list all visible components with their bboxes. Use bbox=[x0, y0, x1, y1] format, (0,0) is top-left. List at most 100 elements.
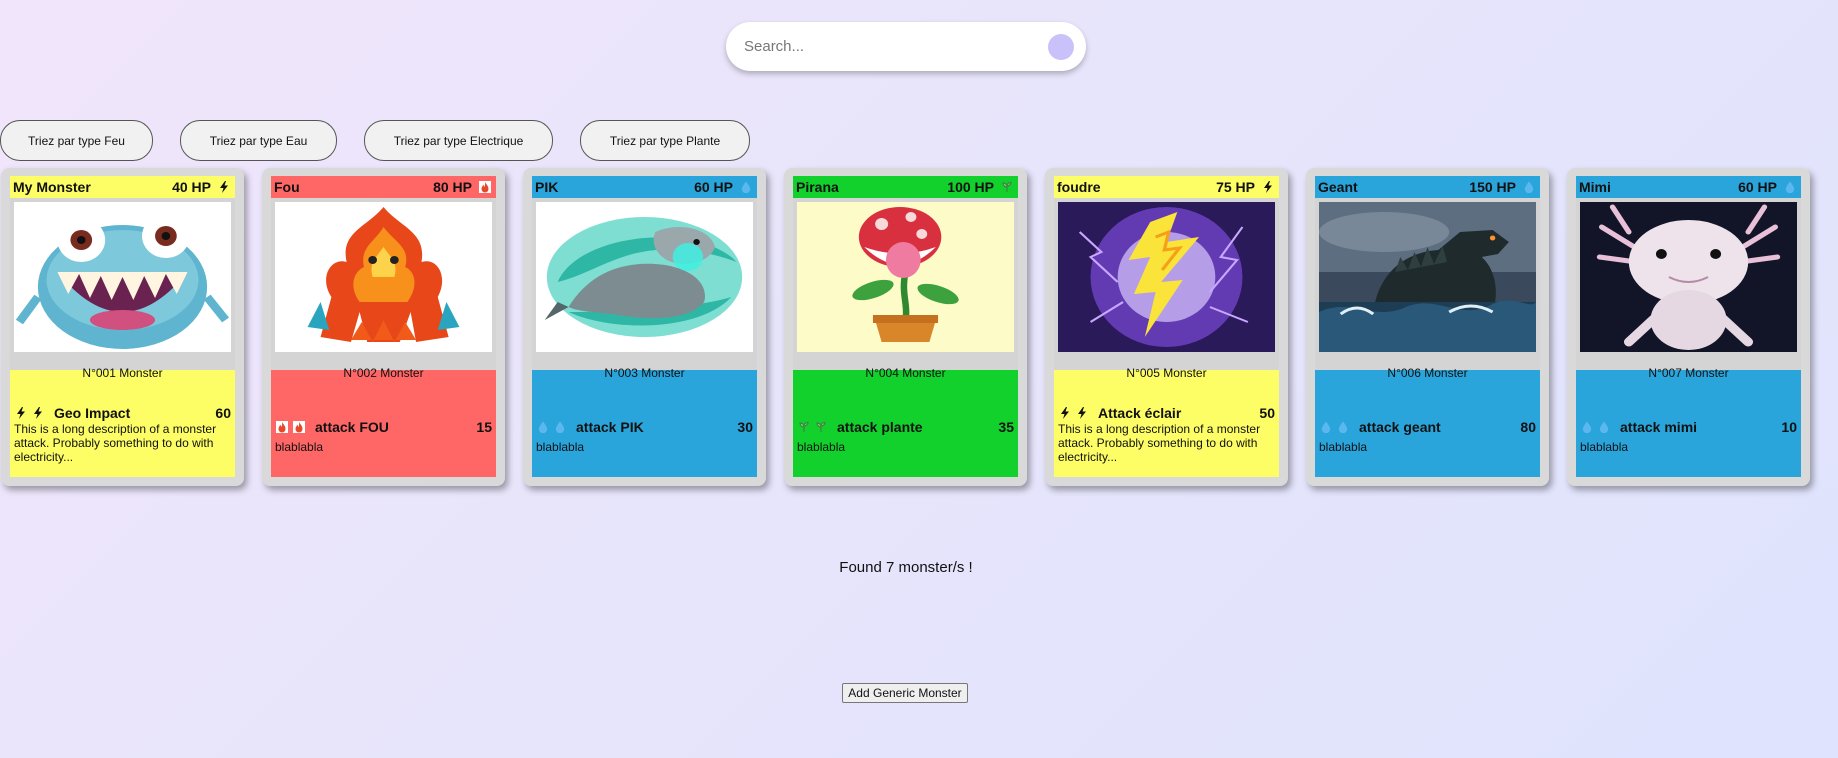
card-body: My Monster 40 HP N°001 Monster Geo Impac… bbox=[10, 176, 235, 477]
monster-card[interactable]: Fou 80 HP N°002 Monster attack FOU 15 bl… bbox=[262, 168, 505, 486]
electric-energy-icon bbox=[1075, 406, 1088, 419]
attack-row: attack geant 80 bbox=[1315, 417, 1540, 437]
electric-energy-icon bbox=[1058, 406, 1071, 419]
monster-name: Mimi bbox=[1579, 179, 1611, 195]
monster-card[interactable]: Pirana 100 HP N°004 Monster attack plant… bbox=[784, 168, 1027, 486]
filter-water-button[interactable]: Triez par type Eau bbox=[180, 120, 337, 161]
monster-hp: 60 HP bbox=[1738, 179, 1777, 195]
monster-name: My Monster bbox=[13, 179, 91, 195]
monster-hp: 100 HP bbox=[947, 179, 994, 195]
monster-image bbox=[1319, 202, 1536, 352]
monster-card[interactable]: My Monster 40 HP N°001 Monster Geo Impac… bbox=[1, 168, 244, 486]
attack-description: blablabla bbox=[1580, 440, 1629, 454]
card-header: Geant 150 HP bbox=[1315, 176, 1540, 198]
water-energy-icon bbox=[1319, 420, 1332, 433]
attack-damage: 10 bbox=[1781, 419, 1797, 435]
monster-name: PIK bbox=[535, 179, 559, 195]
filter-electric-button[interactable]: Triez par type Electrique bbox=[364, 120, 553, 161]
attack-description: blablabla bbox=[797, 440, 846, 454]
electric-energy-icon bbox=[14, 406, 27, 419]
filter-plant-button[interactable]: Triez par type Plante bbox=[580, 120, 750, 161]
attack-row: Attack éclair 50 bbox=[1054, 403, 1279, 423]
image-frame bbox=[1315, 198, 1540, 370]
attack-name: attack FOU bbox=[315, 419, 389, 435]
image-frame bbox=[1054, 198, 1279, 370]
attack-damage: 15 bbox=[476, 419, 492, 435]
card-header: foudre 75 HP bbox=[1054, 176, 1279, 198]
card-body: Pirana 100 HP N°004 Monster attack plant… bbox=[793, 176, 1018, 477]
monster-hp: 150 HP bbox=[1469, 179, 1516, 195]
card-header: PIK 60 HP bbox=[532, 176, 757, 198]
search-bar bbox=[726, 22, 1086, 71]
attack-row: Geo Impact 60 bbox=[10, 403, 235, 423]
attack-row: attack mimi 10 bbox=[1576, 417, 1801, 437]
water-type-icon bbox=[1522, 180, 1536, 194]
plant-energy-icon bbox=[814, 420, 827, 433]
monster-number: N°004 Monster bbox=[865, 366, 946, 380]
card-body: foudre 75 HP N°005 Monster Attack éclair… bbox=[1054, 176, 1279, 477]
attack-cost bbox=[536, 420, 566, 433]
monster-name: foudre bbox=[1057, 179, 1101, 195]
attack-name: Geo Impact bbox=[54, 405, 131, 421]
monster-image bbox=[14, 202, 231, 352]
search-input[interactable] bbox=[744, 34, 1044, 58]
image-frame bbox=[532, 198, 757, 370]
monster-card[interactable]: foudre 75 HP N°005 Monster Attack éclair… bbox=[1045, 168, 1288, 486]
fire-type-icon bbox=[478, 180, 492, 194]
monster-number: N°002 Monster bbox=[343, 366, 424, 380]
monster-number: N°001 Monster bbox=[82, 366, 163, 380]
search-button[interactable] bbox=[1048, 34, 1074, 60]
monster-hp: 75 HP bbox=[1216, 179, 1255, 195]
monster-card[interactable]: PIK 60 HP N°003 Monster attack PIK 30 bl… bbox=[523, 168, 766, 486]
attack-description: blablabla bbox=[1319, 440, 1368, 454]
monster-hp: 60 HP bbox=[694, 179, 733, 195]
plant-energy-icon bbox=[797, 420, 810, 433]
monster-name: Pirana bbox=[796, 179, 839, 195]
water-energy-icon bbox=[1580, 420, 1593, 433]
monster-number: N°005 Monster bbox=[1126, 366, 1207, 380]
monster-number: N°003 Monster bbox=[604, 366, 685, 380]
card-body: Fou 80 HP N°002 Monster attack FOU 15 bl… bbox=[271, 176, 496, 477]
attack-row: attack PIK 30 bbox=[532, 417, 757, 437]
water-type-icon bbox=[1783, 180, 1797, 194]
attack-damage: 30 bbox=[737, 419, 753, 435]
monster-number: N°006 Monster bbox=[1387, 366, 1468, 380]
add-generic-monster-button[interactable]: Add Generic Monster bbox=[842, 683, 968, 703]
image-frame bbox=[1576, 198, 1801, 370]
attack-name: attack geant bbox=[1359, 419, 1441, 435]
attack-description: blablabla bbox=[275, 440, 324, 454]
fire-energy-icon bbox=[275, 420, 288, 433]
card-header: My Monster 40 HP bbox=[10, 176, 235, 198]
card-body: Mimi 60 HP N°007 Monster attack mimi 10 … bbox=[1576, 176, 1801, 477]
filter-fire-button[interactable]: Triez par type Feu bbox=[0, 120, 153, 161]
attack-row: attack plante 35 bbox=[793, 417, 1018, 437]
monster-image bbox=[1580, 202, 1797, 352]
attack-cost bbox=[1580, 420, 1610, 433]
water-energy-icon bbox=[1336, 420, 1349, 433]
monster-number: N°007 Monster bbox=[1648, 366, 1729, 380]
monster-image bbox=[797, 202, 1014, 352]
card-header: Mimi 60 HP bbox=[1576, 176, 1801, 198]
monster-image bbox=[1058, 202, 1275, 352]
attack-cost bbox=[14, 406, 44, 419]
attack-cost bbox=[1058, 406, 1088, 419]
attack-name: Attack éclair bbox=[1098, 405, 1182, 421]
image-frame bbox=[271, 198, 496, 370]
image-frame bbox=[10, 198, 235, 370]
monster-card[interactable]: Mimi 60 HP N°007 Monster attack mimi 10 … bbox=[1567, 168, 1810, 486]
monster-name: Geant bbox=[1318, 179, 1358, 195]
monster-card[interactable]: Geant 150 HP N°006 Monster attack geant … bbox=[1306, 168, 1549, 486]
electric-type-icon bbox=[1261, 180, 1275, 194]
attack-cost bbox=[797, 420, 827, 433]
electric-type-icon bbox=[217, 180, 231, 194]
attack-cost bbox=[275, 420, 305, 433]
card-header: Pirana 100 HP bbox=[793, 176, 1018, 198]
card-body: PIK 60 HP N°003 Monster attack PIK 30 bl… bbox=[532, 176, 757, 477]
water-energy-icon bbox=[536, 420, 549, 433]
image-frame bbox=[793, 198, 1018, 370]
card-header: Fou 80 HP bbox=[271, 176, 496, 198]
water-energy-icon bbox=[553, 420, 566, 433]
attack-damage: 60 bbox=[215, 405, 231, 421]
plant-type-icon bbox=[1000, 180, 1014, 194]
attack-name: attack mimi bbox=[1620, 419, 1698, 435]
